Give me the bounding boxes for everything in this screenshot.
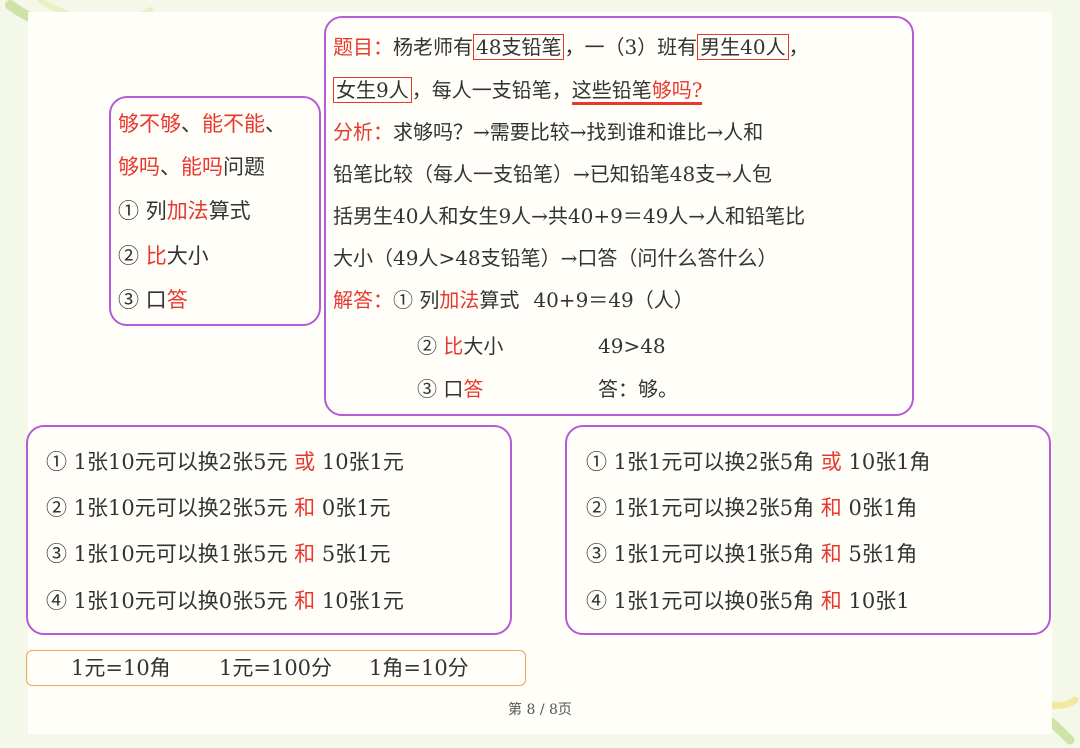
summary-keyword: 比 [145, 244, 167, 268]
analysis-line-2: 铅笔比较（每人一支铅笔）→已知铅笔48支→人包 [333, 160, 772, 188]
exchange-text: ③ 1张10元可以换1张5元 [46, 542, 295, 566]
answer-line-1: 解答：① 列加法算式 40+9＝49（人） [333, 286, 694, 314]
exchange-jiao-row: ④ 1张1元可以换0张5角 和 10张1 [586, 587, 910, 615]
step-number: ③ [118, 288, 139, 312]
answer-value: 40+9＝49（人） [533, 288, 694, 312]
exchange-jiao-row: ② 1张1元可以换2张5角 和 0张1角 [586, 494, 917, 522]
summary-keyword: 加法 [166, 199, 209, 223]
answer-label: 解答： [333, 288, 393, 312]
highlight-boys: 男生40人 [697, 34, 789, 60]
exchange-text: 10张1 [841, 589, 910, 613]
page-number: 第 8 / 8页 [508, 702, 572, 718]
exchange-yuan-row: ③ 1张10元可以换1张5元 和 5张1元 [46, 540, 391, 568]
problem-line-1: 题目：杨老师有 48支铅笔 ，一（3）班有 男生40人， [333, 33, 809, 61]
problem-line-2: 女生9人 ，每人一支铅笔，这些铅笔够吗? [333, 76, 703, 105]
problem-text: 杨老师有 [393, 35, 473, 59]
summary-text: 问题 [223, 155, 265, 179]
summary-sep: 、 [265, 112, 286, 136]
summary-keyword: 够不够 [118, 112, 181, 136]
exchange-jiao-row: ③ 1张1元可以换1张5角 和 5张1角 [586, 540, 917, 568]
analysis-text: 大小（49人>48支铅笔）→口答（问什么答什么） [333, 246, 778, 270]
summary-keyword: 能不能 [202, 112, 265, 136]
summary-step-2: ② 比大小 [118, 242, 209, 270]
step-number: ② [118, 244, 139, 268]
answer-text: ③ 口 [417, 377, 464, 401]
exchange-text: 10张1角 [841, 450, 931, 474]
exchange-text: ① 1张10元可以换2张5元 [46, 450, 295, 474]
answer-text: 大小 [463, 334, 504, 358]
exchange-yuan-row: ① 1张10元可以换2张5元 或 10张1元 [46, 448, 404, 476]
exchange-text: 5张1角 [841, 542, 918, 566]
answer-text: 算式 [479, 288, 520, 312]
exchange-text: 0张1角 [841, 496, 918, 520]
exchange-keyword: 和 [820, 589, 842, 613]
answer-value-3: 答：够。 [598, 375, 678, 403]
answer-line-3: ③ 口答 [417, 375, 483, 403]
analysis-line-1: 分析：求够吗？→需要比较→找到谁和谁比→人和 [333, 118, 763, 146]
exchange-text: 0张1元 [315, 496, 391, 520]
unit-jiao-fen: 1角=10分 [369, 656, 469, 680]
analysis-text: 求够吗？→需要比较→找到谁和谁比→人和 [393, 120, 764, 144]
summary-line-1: 够不够、能不能、 [118, 110, 286, 138]
answer-keyword: 比 [443, 334, 464, 358]
analysis-text: 括男生40人和女生9人→共40+9＝49人→人和铅笔比 [333, 204, 806, 228]
problem-text: ，一（3）班有 [564, 35, 698, 59]
exchange-text: ④ 1张10元可以换0张5元 [46, 589, 295, 613]
problem-question: 这些铅笔 [571, 78, 652, 102]
summary-sep: 、 [160, 155, 181, 179]
analysis-line-4: 大小（49人>48支铅笔）→口答（问什么答什么） [333, 244, 777, 272]
summary-keyword: 答 [166, 288, 188, 312]
summary-keyword: 能吗 [181, 155, 223, 179]
answer-value: 49>48 [598, 334, 666, 358]
answer-value-2: 49>48 [598, 332, 666, 360]
answer-keyword: 加法 [439, 288, 480, 312]
exchange-text: 5张1元 [315, 542, 391, 566]
answer-text: ② [417, 334, 444, 358]
exchange-yuan-row: ④ 1张10元可以换0张5元 和 10张1元 [46, 587, 404, 615]
unit-yuan-jiao: 1元=10角 [71, 656, 171, 680]
summary-step-1: ① 列加法算式 [118, 197, 251, 225]
exchange-jiao-row: ① 1张1元可以换2张5角 或 10张1角 [586, 448, 931, 476]
analysis-label: 分析： [333, 120, 393, 144]
highlight-girls: 女生9人 [333, 77, 412, 103]
exchange-keyword: 和 [820, 496, 842, 520]
exchange-keyword: 和 [294, 496, 316, 520]
summary-line-2: 够吗、能吗问题 [118, 153, 265, 181]
step-number: ① [118, 199, 139, 223]
answer-line-2: ② 比大小 [417, 332, 503, 360]
summary-text: 口 [139, 288, 167, 312]
exchange-text: ③ 1张1元可以换1张5角 [586, 542, 821, 566]
unit-yuan-fen: 1元=100分 [219, 656, 333, 680]
exchange-text: ④ 1张1元可以换0张5角 [586, 589, 821, 613]
exchange-keyword: 和 [294, 542, 316, 566]
summary-text: 算式 [208, 199, 251, 223]
exchange-text: 10张1元 [315, 450, 404, 474]
exchange-text: ② 1张1元可以换2张5角 [586, 496, 821, 520]
exchange-text: ② 1张10元可以换2张5元 [46, 496, 295, 520]
summary-text: 大小 [166, 244, 209, 268]
answer-text: ① 列 [393, 288, 440, 312]
problem-label: 题目： [333, 35, 393, 59]
exchange-text: ① 1张1元可以换2张5角 [586, 450, 821, 474]
exchange-keyword: 和 [294, 589, 316, 613]
unit-conversion-box: 1元=10角 1元=100分 1角=10分 [26, 650, 526, 686]
summary-keyword: 够吗 [118, 155, 160, 179]
analysis-line-3: 括男生40人和女生9人→共40+9＝49人→人和铅笔比 [333, 202, 805, 230]
exchange-text: 10张1元 [315, 589, 404, 613]
problem-text: ，每人一支铅笔， [411, 78, 572, 102]
exchange-yuan-row: ② 1张10元可以换2张5元 和 0张1元 [46, 494, 391, 522]
highlight-pencils: 48支铅笔 [473, 34, 565, 60]
problem-question-keyword: 够吗? [651, 78, 703, 102]
exchange-keyword: 或 [820, 450, 842, 474]
answer-value: 答：够。 [598, 377, 678, 401]
summary-step-3: ③ 口答 [118, 286, 188, 314]
answer-keyword: 答 [463, 377, 484, 401]
analysis-text: 铅笔比较（每人一支铅笔）→已知铅笔48支→人包 [333, 162, 772, 186]
exchange-keyword: 或 [294, 450, 316, 474]
problem-text: ， [788, 35, 809, 59]
summary-text: 列 [139, 199, 167, 223]
summary-sep: 、 [181, 112, 202, 136]
exchange-keyword: 和 [820, 542, 842, 566]
